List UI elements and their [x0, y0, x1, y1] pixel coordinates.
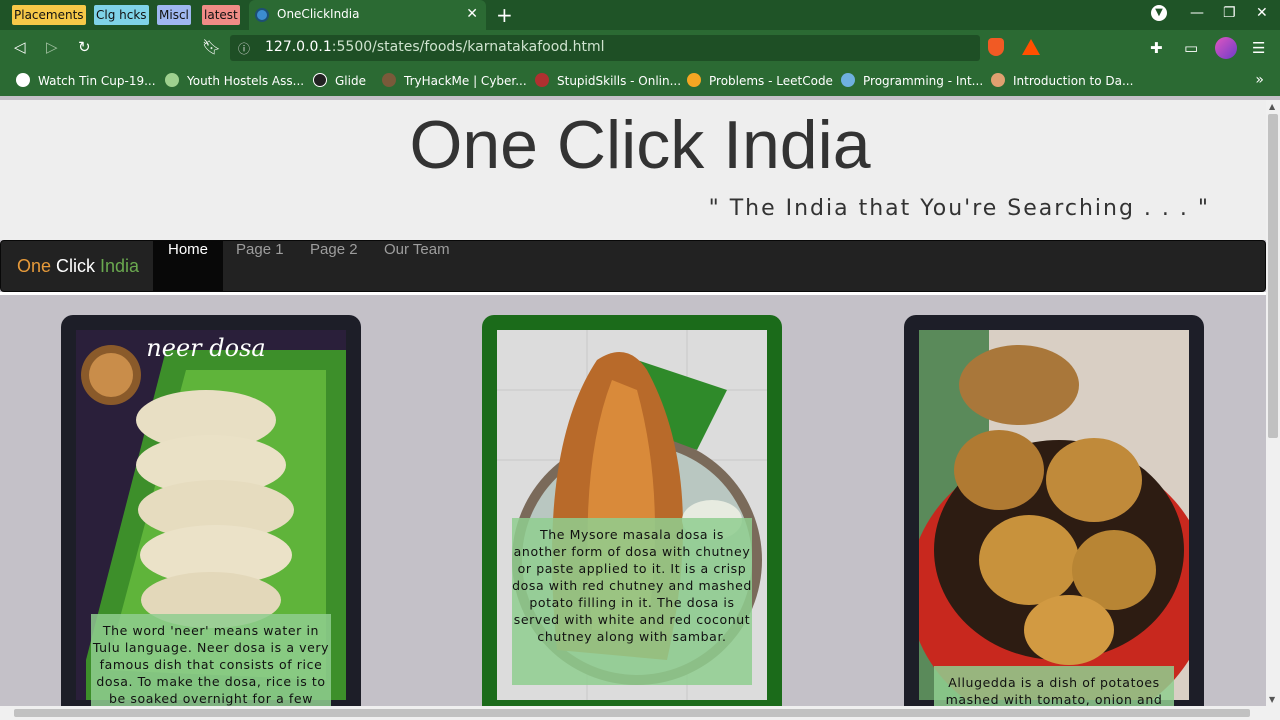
minimize-icon[interactable]: — — [1190, 5, 1204, 21]
site-tagline: " The India that You're Searching . . . … — [708, 196, 1210, 221]
allugedda-caption: Allugedda is a dish of potatoes mashed w… — [934, 666, 1174, 706]
bookmark-item[interactable]: Watch Tin Cup-19... — [16, 73, 156, 88]
food-card-mysore-masala-dosa[interactable]: The Mysore masala dosa is another form o… — [482, 315, 782, 706]
restore-icon[interactable]: ❐ — [1223, 5, 1236, 21]
close-tab-icon[interactable]: ✕ — [466, 6, 478, 22]
glide-icon — [313, 73, 327, 87]
pinned-tab-miscl[interactable]: Miscl — [157, 5, 191, 25]
page-viewport: One Click India " The India that You're … — [0, 100, 1266, 706]
bookmark-icon[interactable]: 🔖︎ — [202, 38, 221, 56]
hostel-icon — [165, 73, 179, 87]
bookmark-item[interactable]: StupidSkills - Onlin... — [535, 73, 681, 88]
programming-icon — [841, 73, 855, 87]
tryhackme-icon — [382, 73, 396, 87]
active-tab[interactable]: OneClickIndia ✕ — [249, 0, 486, 30]
reload-icon[interactable]: ↻ — [78, 38, 91, 56]
address-bar[interactable]: ⓘ 127.0.0.1:5500/states/foods/karnatakaf… — [230, 35, 980, 61]
bookmarks-bar: Watch Tin Cup-19... Youth Hostels Ass...… — [0, 66, 1280, 96]
url-text: 127.0.0.1:5500/states/foods/karnatakafoo… — [265, 39, 605, 55]
nav-page-2[interactable]: Page 2 — [295, 241, 373, 291]
vertical-scroll-thumb[interactable] — [1268, 114, 1278, 438]
scroll-up-icon[interactable]: ▲ — [1269, 102, 1275, 111]
bookmark-item[interactable]: TryHackMe | Cyber... — [382, 73, 527, 88]
wallet-icon[interactable]: ▭ — [1184, 39, 1198, 57]
food-card-allugedda[interactable]: Allugedda is a dish of potatoes mashed w… — [904, 315, 1204, 706]
pinned-tab-clg-hcks[interactable]: Clg hcks — [94, 5, 149, 25]
extensions-icon[interactable]: ✚ — [1150, 39, 1163, 57]
allugedda-image — [919, 330, 1189, 700]
site-navbar: One Click India Home Page 1 Page 2 Our T… — [0, 240, 1266, 292]
pinned-tab-latest[interactable]: latest — [202, 5, 240, 25]
avatar-icon — [991, 73, 1005, 87]
bookmark-item[interactable]: Glide — [313, 73, 366, 88]
more-bookmarks-icon[interactable]: » — [1255, 72, 1264, 88]
browser-toolbar: ◁ ▷ ↻ 🔖︎ ⓘ 127.0.0.1:5500/states/foods/k… — [0, 30, 1280, 66]
brave-shield-icon[interactable] — [988, 38, 1004, 56]
bookmark-item[interactable]: Programming - Int... — [841, 73, 983, 88]
bookmark-item[interactable]: Introduction to Da... — [991, 73, 1133, 88]
neer-dosa-image-label: neer dosa — [146, 334, 265, 362]
tab-search-icon[interactable]: ▼ — [1151, 5, 1167, 21]
active-tab-title: OneClickIndia — [277, 7, 360, 21]
forward-icon[interactable]: ▷ — [46, 38, 58, 56]
site-header: One Click India " The India that You're … — [0, 100, 1266, 240]
navbar-divider — [0, 292, 1266, 295]
leetcode-icon — [687, 73, 701, 87]
back-icon[interactable]: ◁ — [14, 38, 26, 56]
globe-icon — [16, 73, 30, 87]
horizontal-scrollbar[interactable] — [0, 706, 1280, 720]
navbar-brand[interactable]: One Click India — [17, 256, 139, 277]
nav-our-team[interactable]: Our Team — [369, 241, 465, 291]
vertical-scrollbar[interactable]: ▲ ▼ — [1266, 100, 1280, 706]
profile-avatar[interactable] — [1215, 37, 1237, 59]
new-tab-icon[interactable]: + — [496, 3, 513, 27]
close-window-icon[interactable]: ✕ — [1256, 5, 1268, 21]
menu-icon[interactable]: ☰ — [1252, 39, 1265, 57]
browser-tab-bar: Placements Clg hcks Miscl latest OneClic… — [0, 0, 1280, 30]
brave-rewards-icon[interactable] — [1022, 39, 1040, 55]
globe-icon — [255, 8, 269, 22]
site-title: One Click India — [409, 107, 871, 183]
nav-page-1[interactable]: Page 1 — [221, 241, 299, 291]
info-icon[interactable]: ⓘ — [238, 40, 250, 57]
neer-dosa-caption: The word 'neer' means water in Tulu lang… — [91, 614, 331, 706]
food-card-neer-dosa[interactable]: neer dosa The word 'neer' means water in… — [61, 315, 361, 706]
pinned-tab-placements[interactable]: Placements — [12, 5, 86, 25]
stupidskills-icon — [535, 73, 549, 87]
mysore-masala-dosa-caption: The Mysore masala dosa is another form o… — [512, 518, 752, 685]
scroll-down-icon[interactable]: ▼ — [1269, 695, 1275, 704]
nav-home[interactable]: Home — [153, 241, 224, 291]
bookmark-item[interactable]: Youth Hostels Ass... — [165, 73, 304, 88]
horizontal-scroll-thumb[interactable] — [14, 709, 1250, 717]
bookmark-item[interactable]: Problems - LeetCode — [687, 73, 833, 88]
